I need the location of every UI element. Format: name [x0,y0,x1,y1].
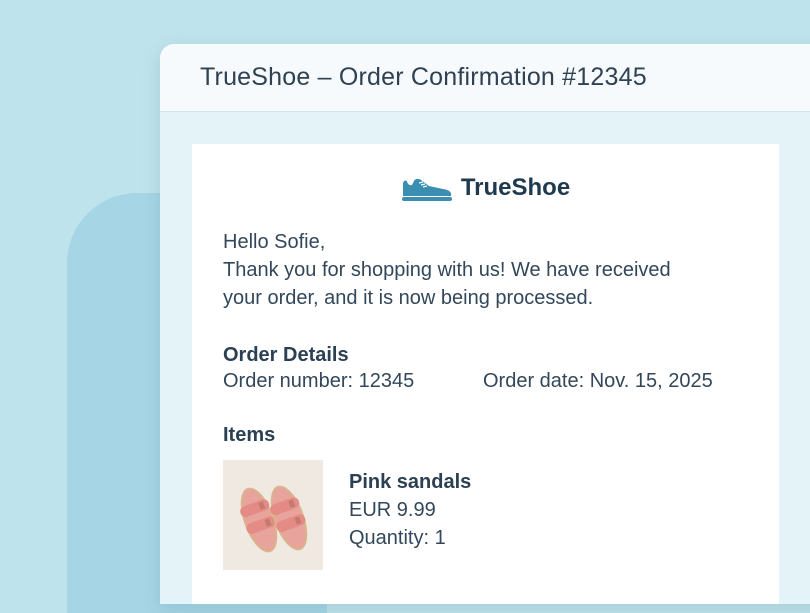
email-window: TrueShoe – Order Confirmation #12345 Tru… [160,44,810,604]
item-quantity: Quantity: 1 [349,527,446,549]
order-date: Order date: Nov. 15, 2025 [483,370,713,392]
order-number: Order number: 12345 [223,370,415,392]
email-body: TrueShoe Hello Sofie, Thank you for shop… [192,144,779,604]
pink-sandals-image [223,460,323,570]
message-line: your order, and it is now being processe… [223,287,594,309]
item-info: Pink sandals EUR 9.99 Quantity: 1 [349,468,471,552]
greeting-block: Hello Sofie, Thank you for shopping with… [223,228,763,312]
item-name: Pink sandals [349,471,472,493]
sneaker-icon [401,174,453,202]
item-price: EUR 9.99 [349,499,436,521]
greeting-line: Hello Sofie, [223,231,326,253]
window-titlebar: TrueShoe – Order Confirmation #12345 [160,44,810,112]
order-details-heading: Order Details [223,344,349,366]
message-line: Thank you for shopping with us! We have … [223,259,671,281]
items-heading: Items [223,424,276,446]
window-title: TrueShoe – Order Confirmation #12345 [200,63,647,91]
brand-header: TrueShoe [192,174,779,202]
order-details-row: Order number: 12345 Order date: Nov. 15,… [223,370,713,393]
brand-name: TrueShoe [460,174,571,201]
